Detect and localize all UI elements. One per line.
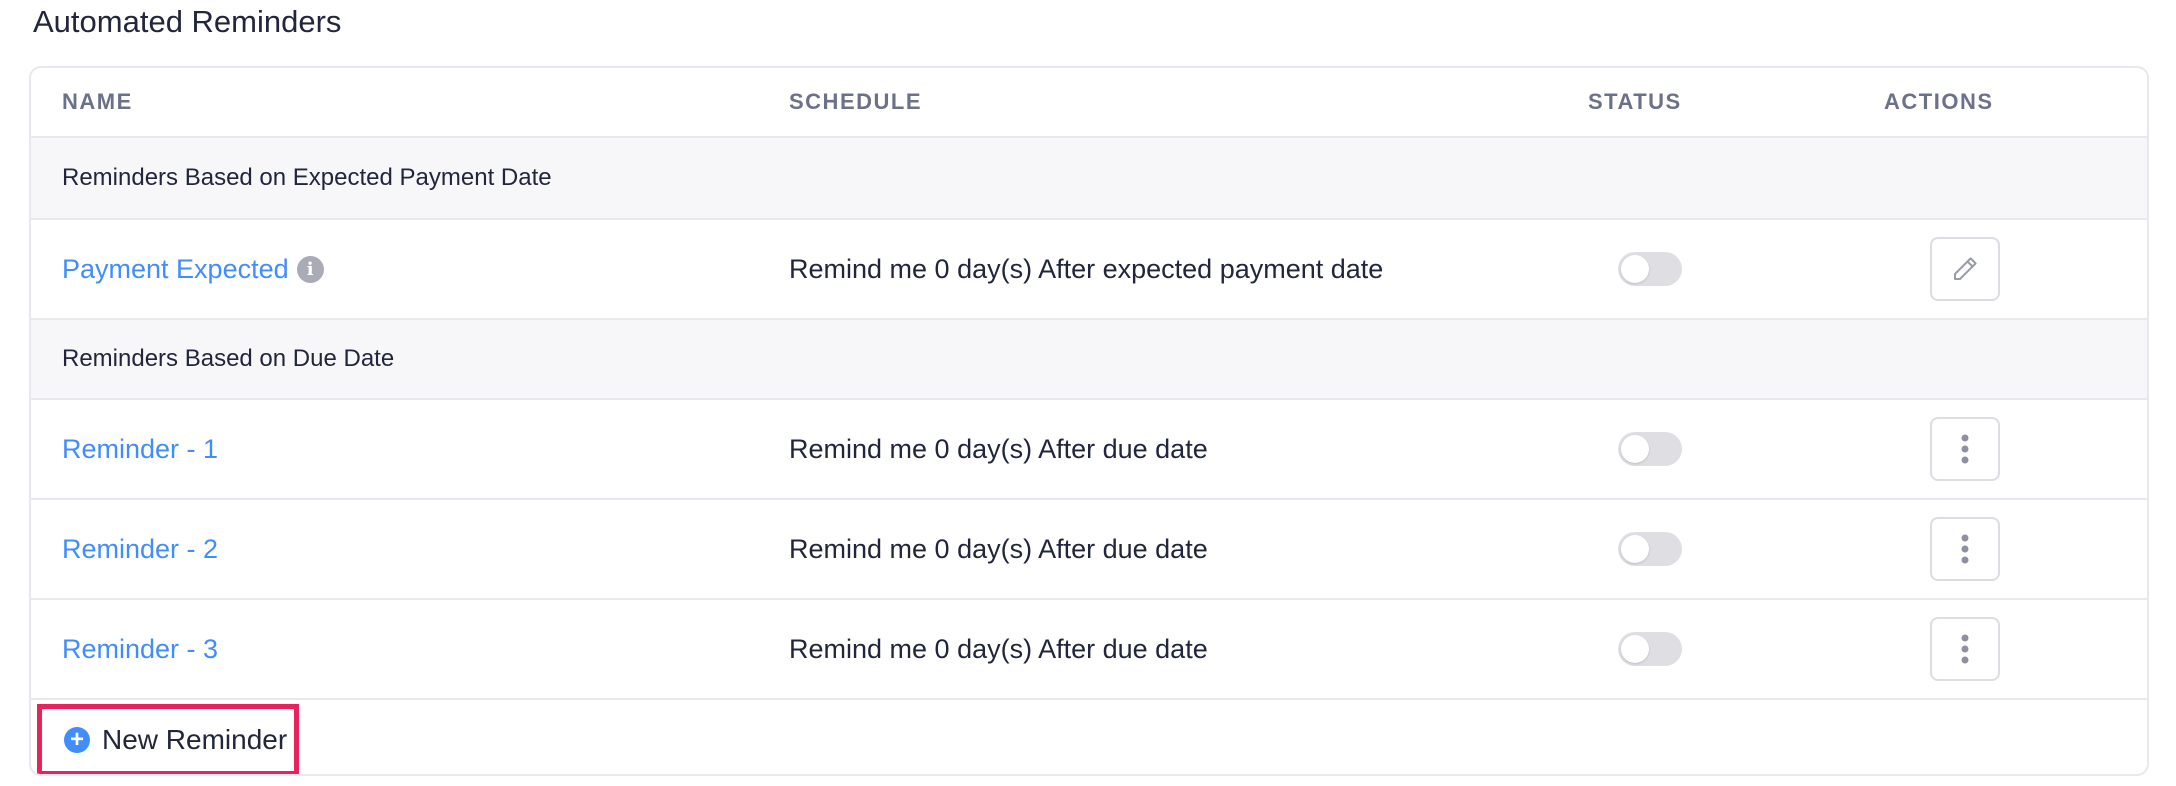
actions-cell bbox=[1901, 500, 2000, 598]
reminders-table: NAME SCHEDULE STATUS ACTIONS Reminders B… bbox=[29, 66, 2149, 776]
status-cell bbox=[1588, 220, 1682, 318]
table-footer: + New Reminder bbox=[31, 702, 2147, 774]
actions-cell bbox=[1901, 600, 2000, 698]
group-label: Reminders Based on Expected Payment Date bbox=[62, 164, 552, 191]
schedule-cell: Remind me 0 day(s) After due date bbox=[789, 433, 1208, 464]
more-vertical-icon bbox=[1961, 434, 1969, 464]
actions-cell bbox=[1901, 220, 2000, 318]
schedule-cell: Remind me 0 day(s) After due date bbox=[789, 533, 1208, 564]
toggle-knob bbox=[1621, 635, 1649, 663]
toggle-knob bbox=[1621, 535, 1649, 563]
pencil-icon bbox=[1954, 257, 1977, 280]
reminder-name-link[interactable]: Reminder - 2 bbox=[62, 500, 218, 598]
table-row: Reminder - 2 Remind me 0 day(s) After du… bbox=[31, 500, 2147, 600]
status-cell bbox=[1588, 500, 1682, 598]
group-label: Reminders Based on Due Date bbox=[62, 345, 395, 372]
reminder-name-link[interactable]: Reminder - 1 bbox=[62, 400, 218, 498]
toggle-knob bbox=[1621, 435, 1649, 463]
more-vertical-icon bbox=[1961, 534, 1969, 564]
status-toggle[interactable] bbox=[1618, 252, 1682, 286]
schedule-cell: Remind me 0 day(s) After due date bbox=[789, 633, 1208, 664]
actions-cell bbox=[1901, 400, 2000, 498]
info-icon[interactable]: i bbox=[296, 255, 324, 283]
header-status: STATUS bbox=[1588, 89, 1682, 114]
table-header: NAME SCHEDULE STATUS ACTIONS bbox=[31, 68, 2147, 138]
more-actions-button[interactable] bbox=[1930, 517, 2000, 581]
more-vertical-icon bbox=[1961, 634, 1969, 664]
header-actions: ACTIONS bbox=[1884, 89, 1994, 114]
name-cell: Payment Expected i bbox=[62, 220, 324, 318]
edit-button[interactable] bbox=[1930, 237, 2000, 301]
table-row: Payment Expected i Remind me 0 day(s) Af… bbox=[31, 220, 2147, 320]
status-toggle[interactable] bbox=[1618, 632, 1682, 666]
table-row: Reminder - 3 Remind me 0 day(s) After du… bbox=[31, 600, 2147, 700]
status-toggle[interactable] bbox=[1618, 432, 1682, 466]
new-reminder-label: New Reminder bbox=[102, 724, 288, 755]
table-row: Reminder - 1 Remind me 0 day(s) After du… bbox=[31, 400, 2147, 500]
new-reminder-button[interactable]: + New Reminder bbox=[37, 704, 299, 774]
status-cell bbox=[1588, 400, 1682, 498]
reminder-name-link[interactable]: Reminder - 3 bbox=[62, 600, 218, 698]
plus-circle-icon: + bbox=[64, 727, 90, 753]
more-actions-button[interactable] bbox=[1930, 617, 2000, 681]
reminder-name-link[interactable]: Payment Expected bbox=[62, 254, 289, 285]
header-schedule: SCHEDULE bbox=[789, 89, 923, 114]
page-title: Automated Reminders bbox=[33, 4, 342, 39]
status-toggle[interactable] bbox=[1618, 532, 1682, 566]
schedule-cell: Remind me 0 day(s) After expected paymen… bbox=[789, 253, 1384, 284]
toggle-knob bbox=[1621, 255, 1649, 283]
group-header-expected-payment: Reminders Based on Expected Payment Date bbox=[31, 138, 2147, 220]
header-name: NAME bbox=[62, 89, 133, 114]
more-actions-button[interactable] bbox=[1930, 417, 2000, 481]
status-cell bbox=[1588, 600, 1682, 698]
group-header-due-date: Reminders Based on Due Date bbox=[31, 320, 2147, 400]
